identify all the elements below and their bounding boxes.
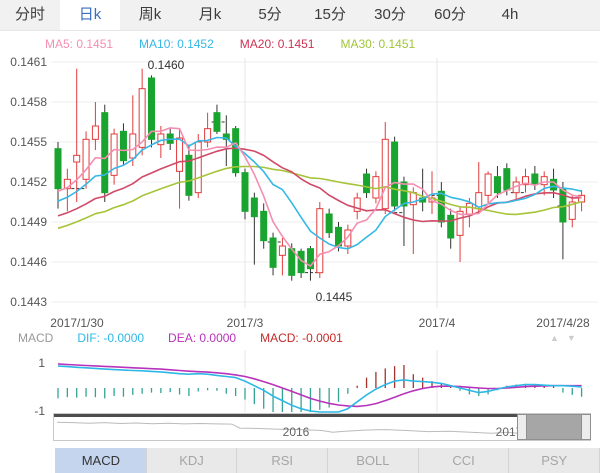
tab-macd[interactable]: MACD xyxy=(55,448,147,473)
tab-30min[interactable]: 30分 xyxy=(360,0,420,30)
y-axis-label: 0.1443 xyxy=(0,295,47,309)
collapse-up-icon[interactable]: ▲ xyxy=(550,333,559,343)
y-axis-label: 0.1461 xyxy=(0,55,47,69)
dif-value: DIF: -0.0000 xyxy=(77,331,144,345)
x-axis-label: 2017/1/30 xyxy=(50,316,103,330)
macd-panel-title: MACD xyxy=(18,331,53,345)
y-axis-label: 0.1452 xyxy=(0,175,47,189)
dea-value: DEA: 0.0000 xyxy=(168,331,236,345)
macd-y-tick: 1 xyxy=(0,356,45,370)
tab-cci[interactable]: CCI xyxy=(419,448,510,473)
timeline-navigator[interactable]: 2016 2017 xyxy=(53,413,591,441)
navigator-range-window[interactable] xyxy=(526,414,584,440)
ma5-value: MA5: 0.1451 xyxy=(45,37,113,51)
ma-legend: MA5: 0.1451 MA10: 0.1452 MA20: 0.1451 MA… xyxy=(45,37,441,51)
x-axis-label: 2017/4 xyxy=(419,316,456,330)
tab-5min[interactable]: 5分 xyxy=(240,0,300,30)
indicator-tab-bar: MACD KDJ RSI BOLL CCI PSY xyxy=(55,448,600,473)
macd-y-tick: -1 xyxy=(0,404,45,418)
kline-chart-app: 分时 日k 周k 月k 5分 15分 30分 60分 4h MA5: 0.145… xyxy=(0,0,600,473)
x-axis-label: 2017/3 xyxy=(227,316,264,330)
tab-4h[interactable]: 4h xyxy=(480,0,540,30)
tab-60min[interactable]: 60分 xyxy=(420,0,480,30)
y-axis-label: 0.1455 xyxy=(0,135,47,149)
tab-weekly-k[interactable]: 周k xyxy=(120,0,180,30)
tab-psy[interactable]: PSY xyxy=(509,448,600,473)
macd-value: MACD: -0.0001 xyxy=(260,331,343,345)
y-axis-label: 0.1449 xyxy=(0,215,47,229)
tab-kdj[interactable]: KDJ xyxy=(147,448,238,473)
tab-15min[interactable]: 15分 xyxy=(300,0,360,30)
navigator-progress-bar xyxy=(54,414,518,417)
period-tab-bar: 分时 日k 周k 月k 5分 15分 30分 60分 4h xyxy=(0,0,600,31)
ma30-value: MA30: 0.1451 xyxy=(340,37,415,51)
ma20-value: MA20: 0.1451 xyxy=(240,37,315,51)
x-axis-label: 2017/4/28 xyxy=(536,316,589,330)
ma10-value: MA10: 0.1452 xyxy=(139,37,214,51)
macd-legend: MACD DIF: -0.0000 DEA: 0.0000 MACD: -0.0… xyxy=(18,331,367,345)
macd-panel-controls: ▲▼ xyxy=(550,333,584,343)
tab-daily-k[interactable]: 日k xyxy=(60,0,120,30)
tab-boll[interactable]: BOLL xyxy=(328,448,419,473)
tab-rsi[interactable]: RSI xyxy=(237,448,328,473)
navigator-right-handle[interactable] xyxy=(581,414,591,440)
tab-monthly-k[interactable]: 月k xyxy=(180,0,240,30)
candlestick-and-macd-canvas[interactable] xyxy=(0,0,600,413)
low-annotation: 0.1445 xyxy=(316,290,353,304)
navigator-year-2016: 2016 xyxy=(283,425,310,439)
high-annotation: 0.1460 xyxy=(148,58,185,72)
y-axis-label: 0.1446 xyxy=(0,255,47,269)
y-axis-label: 0.1458 xyxy=(0,95,47,109)
collapse-down-icon[interactable]: ▼ xyxy=(567,333,576,343)
tab-timeshare[interactable]: 分时 xyxy=(0,0,60,30)
